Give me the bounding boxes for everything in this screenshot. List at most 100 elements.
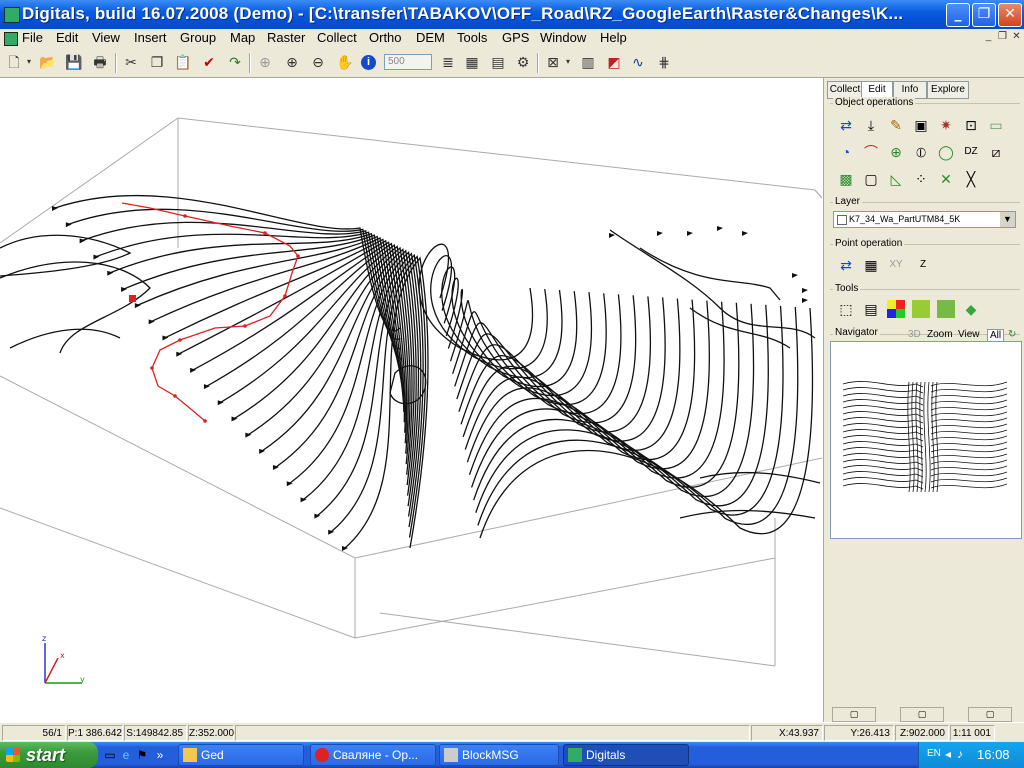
nav-tab-view[interactable]: View — [958, 329, 980, 340]
crossing-icon[interactable]: ✕ — [937, 170, 955, 188]
clock[interactable]: 16:08 — [977, 747, 1010, 762]
ruler-icon[interactable]: ▭ — [987, 116, 1005, 134]
frame-icon[interactable]: ▢ — [862, 170, 880, 188]
volume-icon[interactable]: ♪ — [957, 747, 963, 761]
quicklaunch-more-icon[interactable]: » — [152, 747, 168, 763]
selection-marker[interactable] — [129, 295, 136, 302]
terrain-icon[interactable] — [937, 300, 955, 318]
cube-icon[interactable]: ⬚ — [837, 300, 855, 318]
taskbar-item-blockmsg[interactable]: BlockMSG — [439, 744, 559, 766]
paste-icon[interactable]: 📋 — [173, 52, 193, 72]
restore-button[interactable]: ❐ — [972, 3, 996, 27]
layer-checkbox[interactable] — [837, 215, 847, 225]
dots-icon[interactable]: ⁘ — [912, 170, 930, 188]
insert-down-icon[interactable]: ⤓ — [862, 116, 880, 134]
settings-icon[interactable]: ⚙ — [513, 52, 533, 72]
menu-file[interactable]: File — [22, 29, 43, 48]
print-icon[interactable]: 🖶 — [90, 52, 110, 72]
menu-window[interactable]: Window — [540, 29, 586, 48]
object-box-icon[interactable]: ▣ — [912, 116, 930, 134]
menu-collect[interactable]: Collect — [317, 29, 357, 48]
curve-icon[interactable]: ∿ — [628, 52, 648, 72]
taskbar-item-ged[interactable]: Ged — [178, 744, 304, 766]
menu-ortho[interactable]: Ortho — [369, 29, 402, 48]
circle-icon[interactable]: ◯ — [937, 143, 955, 161]
layer-select[interactable]: K7_34_Wa_PartUTM84_5K ▼ — [833, 211, 1016, 228]
menu-group[interactable]: Group — [180, 29, 216, 48]
browser-icon[interactable]: e — [118, 747, 134, 763]
stack-icon[interactable]: ▤ — [862, 300, 880, 318]
swap-icon[interactable]: ⇄ — [837, 116, 855, 134]
open-folder-icon[interactable]: 📂 — [38, 52, 58, 72]
copy-icon[interactable]: ❐ — [147, 52, 167, 72]
taskbar-item-opera[interactable]: Сваляне - Ор... — [310, 744, 436, 766]
menu-view[interactable]: View — [92, 29, 120, 48]
transform-dropdown-icon[interactable]: ▾ — [563, 52, 573, 72]
menu-insert[interactable]: Insert — [134, 29, 167, 48]
cut-icon[interactable]: ✂ — [121, 52, 141, 72]
redo-icon[interactable]: ↷ — [225, 52, 245, 72]
panel-button-3[interactable]: ▢ — [968, 707, 1012, 722]
scale-icon[interactable]: ▩ — [837, 170, 855, 188]
hatch-icon[interactable]: ⋕ — [654, 52, 674, 72]
cut-line-icon[interactable]: ⧄ — [987, 143, 1005, 161]
map-viewport-3d[interactable]: z x y — [0, 78, 823, 722]
hand-icon[interactable]: ✋ — [335, 52, 355, 72]
properties-icon[interactable]: ▤ — [488, 52, 508, 72]
taskbar-item-digitals[interactable]: Digitals — [563, 744, 689, 766]
desktop-icon[interactable]: ▭ — [102, 747, 118, 763]
panel-button-1[interactable]: ▢ — [832, 707, 876, 722]
point-swap-icon[interactable]: ⇄ — [837, 256, 855, 274]
save-icon[interactable]: 💾 — [64, 52, 84, 72]
flag-uk-icon[interactable]: ⚑ — [134, 747, 150, 763]
zoom-value-field[interactable]: 500 — [384, 54, 432, 70]
zoom-in-icon[interactable]: ⊕ — [282, 52, 302, 72]
check-icon[interactable]: ✔ — [199, 52, 219, 72]
flag-icon[interactable]: ◩ — [604, 52, 624, 72]
start-button[interactable]: start — [0, 742, 98, 768]
menu-raster[interactable]: Raster — [267, 29, 305, 48]
texture-icon[interactable] — [912, 300, 930, 318]
point-edit-icon[interactable]: ▦ — [862, 256, 880, 274]
document-icon[interactable] — [4, 32, 18, 46]
new-file-icon[interactable]: 🗋 — [4, 52, 24, 72]
nav-tab-zoom[interactable]: Zoom — [927, 329, 953, 340]
polygon-icon[interactable]: ◺ — [887, 170, 905, 188]
chevron-down-icon[interactable]: ▼ — [1000, 212, 1015, 227]
language-indicator[interactable]: EN — [927, 748, 941, 759]
minimize-button[interactable]: _ — [946, 3, 970, 27]
menu-dem[interactable]: DEM — [416, 29, 445, 48]
selected-contour[interactable] — [121, 202, 299, 422]
arc-icon[interactable]: ⌒ — [862, 143, 880, 161]
transform-icon[interactable]: ⊠ — [543, 52, 563, 72]
zoom-out-icon[interactable]: ⊖ — [308, 52, 328, 72]
close-button[interactable]: ✕ — [998, 3, 1022, 27]
shapes-icon[interactable]: ◆ — [962, 300, 980, 318]
xy-button[interactable]: XY — [887, 256, 905, 274]
dz-icon[interactable]: DZ — [962, 143, 980, 161]
color-grid-icon[interactable] — [887, 300, 905, 318]
pan-icon[interactable]: ⊕ — [255, 52, 275, 72]
intersect-icon[interactable]: ⦶ — [912, 143, 930, 161]
menu-gps[interactable]: GPS — [502, 29, 529, 48]
nav-tab-3d[interactable]: 3D — [908, 329, 921, 340]
menu-help[interactable]: Help — [600, 29, 627, 48]
mdi-minimize-icon[interactable]: _ — [982, 31, 995, 44]
panel-button-2[interactable]: ▢ — [900, 707, 944, 722]
app-icon[interactable] — [4, 7, 20, 23]
menu-edit[interactable]: Edit — [56, 29, 78, 48]
select-box-icon[interactable]: ⊡ — [962, 116, 980, 134]
layers-icon[interactable]: ≣ — [438, 52, 458, 72]
new-dropdown-icon[interactable]: ▾ — [24, 52, 34, 72]
mdi-close-icon[interactable]: ✕ — [1010, 31, 1023, 44]
tool-icon[interactable]: ✷ — [937, 116, 955, 134]
tab-explore[interactable]: Explore — [927, 81, 969, 99]
union-icon[interactable]: ⊕ — [887, 143, 905, 161]
info-icon[interactable]: i — [361, 55, 376, 70]
table-icon[interactable]: ▦ — [462, 52, 482, 72]
mdi-restore-icon[interactable]: ❐ — [996, 31, 1009, 44]
menu-tools[interactable]: Tools — [457, 29, 487, 48]
z-button[interactable]: Z — [914, 256, 932, 274]
contour-canvas[interactable]: z x y — [0, 78, 823, 722]
menu-map[interactable]: Map — [230, 29, 255, 48]
